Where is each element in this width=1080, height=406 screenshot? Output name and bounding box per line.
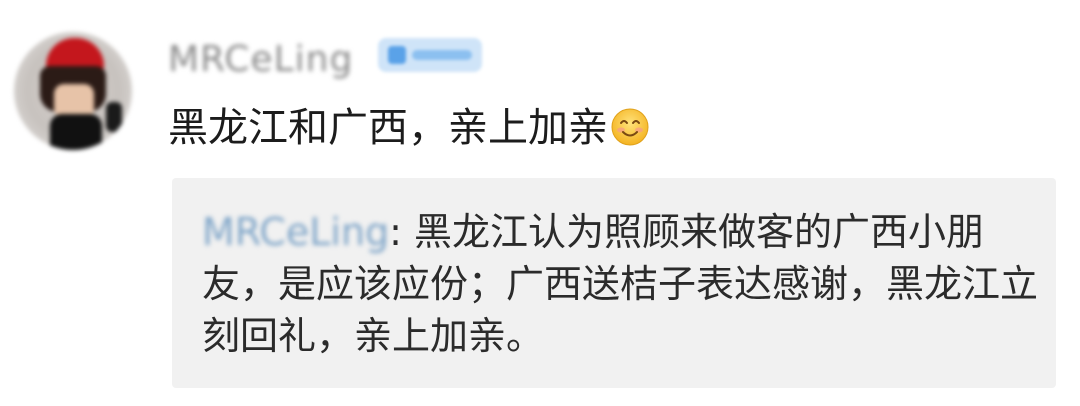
- quoted-comment[interactable]: MRCeLing: 黑龙江认为照顾来做客的广西小朋友，是应该应份；广西送桔子表达…: [172, 178, 1056, 388]
- avatar[interactable]: [14, 32, 132, 150]
- comment-item: MRCeLing 黑龙江和广西，亲上加亲 MRCeLing: 黑龙江认为照顾来做…: [0, 0, 1080, 406]
- username[interactable]: MRCeLing: [168, 40, 353, 80]
- badge-icon: [388, 46, 406, 64]
- badge-label: [412, 50, 472, 60]
- comment-body: 黑龙江和广西，亲上加亲: [168, 105, 608, 151]
- smiling-face-icon: [611, 108, 649, 146]
- avatar-face: [54, 84, 94, 118]
- comment-text: 黑龙江和广西，亲上加亲: [168, 100, 650, 156]
- user-badge[interactable]: [378, 38, 482, 72]
- avatar-hand: [106, 102, 122, 132]
- quoted-text: MRCeLing: 黑龙江认为照顾来做客的广西小朋友，是应该应份；广西送桔子表达…: [202, 206, 1042, 362]
- quoted-separator: :: [389, 210, 402, 254]
- quoted-author[interactable]: MRCeLing: [202, 210, 389, 254]
- avatar-body: [50, 114, 102, 150]
